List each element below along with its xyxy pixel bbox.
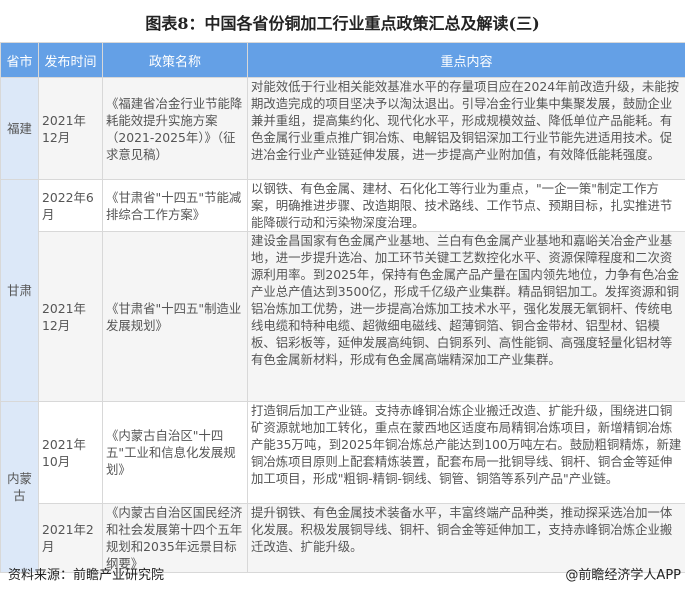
province-cell: 福建 xyxy=(0,77,39,180)
table-row: 2021年12月 《甘肃省"十四五"制造业发展规划》 建设金昌国家有色金属产业基… xyxy=(1,231,685,402)
content-cell: 建设金昌国家有色金属产业基地、兰白有色金属产业基地和嘉峪关冶金产业基地，进一步提… xyxy=(247,231,685,402)
policy-name-cell: 《内蒙古自治区"十四五"工业和信息化发展规划》 xyxy=(102,401,248,504)
content-cell: 对能效低于行业相关能效基准水平的存量项目应在2024年前改造升级，未能按期改造完… xyxy=(247,77,685,180)
table-header-row: 省市 发布时间 政策名称 重点内容 xyxy=(0,42,685,78)
table-row: 内蒙古 2021年10月 《内蒙古自治区"十四五"工业和信息化发展规划》 打造铜… xyxy=(0,401,685,573)
source-note: 资料来源：前瞻产业研究院 xyxy=(8,568,165,583)
header-date: 发布时间 xyxy=(38,42,103,78)
header-content: 重点内容 xyxy=(247,42,685,78)
date-cell: 2021年2月 xyxy=(38,503,103,573)
table-row: 甘肃 2022年6月 《甘肃省"十四五"节能减排综合工作方案》 以钢铁、有色金属… xyxy=(0,179,685,402)
province-cell: 甘肃 xyxy=(0,179,39,402)
date-cell: 2021年12月 xyxy=(38,231,103,402)
table-row: 福建 2021年12月 《福建省冶金行业节能降耗能效提升实施方案（2021-20… xyxy=(0,77,685,180)
date-cell: 2021年10月 xyxy=(38,401,103,504)
province-cell: 内蒙古 xyxy=(0,401,39,573)
header-province: 省市 xyxy=(0,42,39,78)
content-cell: 提升钢铁、有色金属技术装备水平，丰富终端产品种类，推动探采选冶加一体化发展。积极… xyxy=(247,503,685,573)
policy-name-cell: 《福建省冶金行业节能降耗能效提升实施方案（2021-2025年）》（征求意见稿） xyxy=(102,77,248,180)
policy-name-cell: 《甘肃省"十四五"制造业发展规划》 xyxy=(102,231,248,402)
page-title: 图表8：中国各省份铜加工行业重点政策汇总及解读(三) xyxy=(145,14,540,33)
header-policy-name: 政策名称 xyxy=(102,42,248,78)
policy-name-cell: 《甘肃省"十四五"节能减排综合工作方案》 xyxy=(102,179,248,232)
date-cell: 2021年12月 xyxy=(38,77,103,180)
policy-table: 省市 发布时间 政策名称 重点内容 福建 2021年12月 《福建省冶金行业节能… xyxy=(0,42,685,573)
brand-label: @前瞻经济学人APP xyxy=(565,568,681,583)
policy-name-cell: 《内蒙古自治区国民经济和社会发展第十四个五年规划和2035年远景目标纲要》 xyxy=(102,503,248,573)
content-cell: 以钢铁、有色金属、建材、石化化工等行业为重点，"一企一策"制定工作方案，明确推进… xyxy=(247,179,685,232)
table-row: 2021年2月 《内蒙古自治区国民经济和社会发展第十四个五年规划和2035年远景… xyxy=(1,503,685,573)
content-cell: 打造铜后加工产业链。支持赤峰铜冶炼企业搬迁改造、扩能升级，围绕进口铜矿资源就地加… xyxy=(247,401,685,504)
date-cell: 2022年6月 xyxy=(38,179,103,232)
